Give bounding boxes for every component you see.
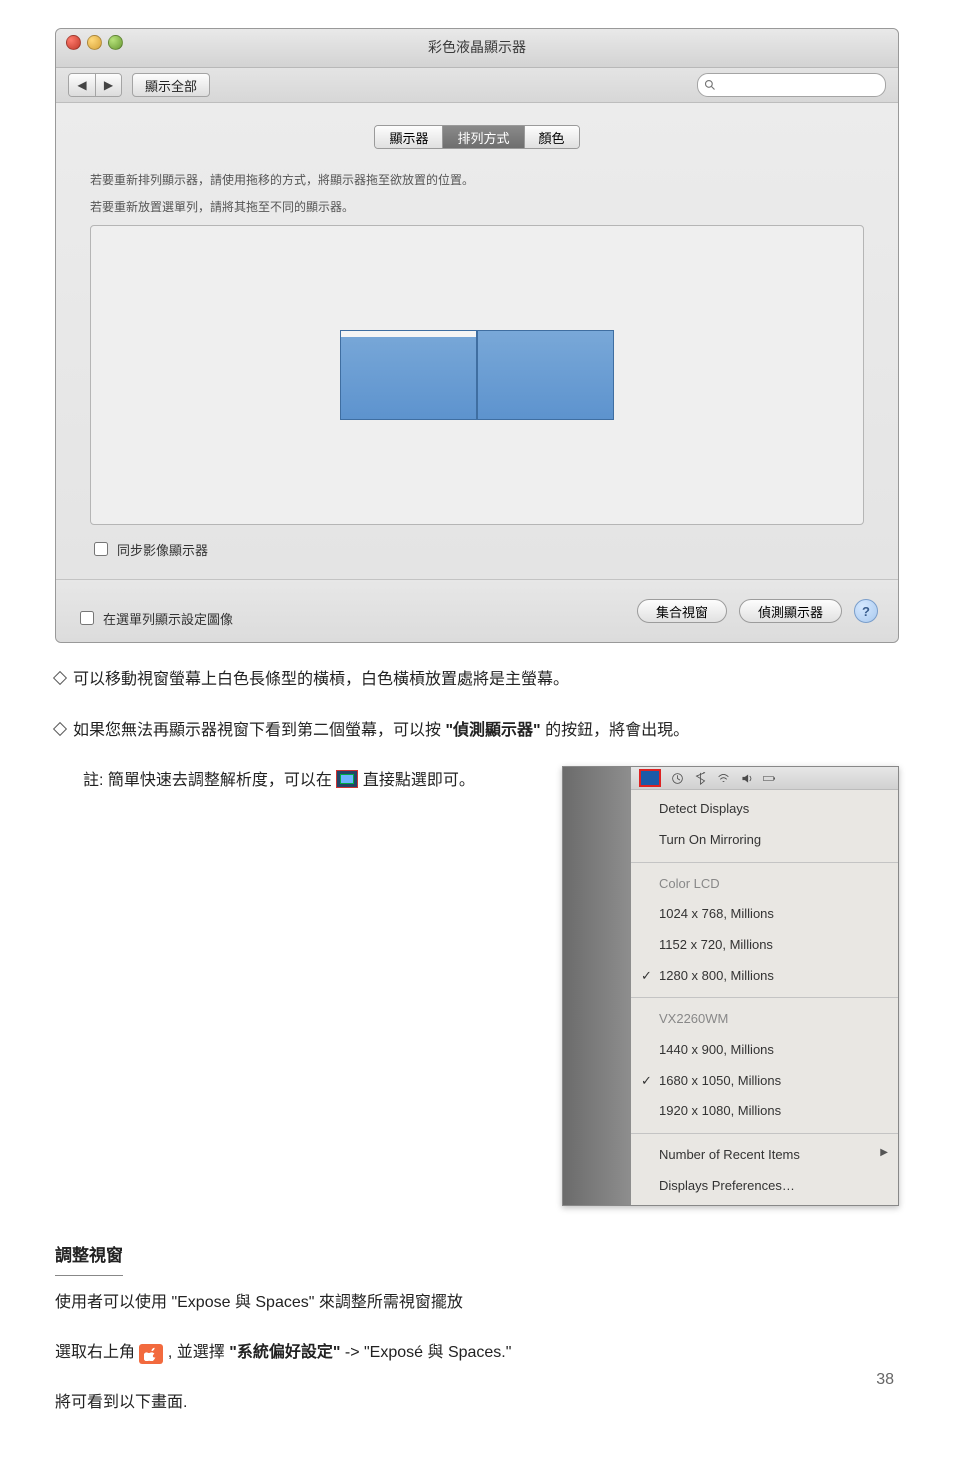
- menu-separator: [631, 997, 898, 998]
- diamond-bullet-icon: [53, 722, 67, 736]
- menubar-checkbox[interactable]: [80, 611, 94, 625]
- page-number: 38: [876, 1371, 894, 1389]
- menu-separator: [631, 1133, 898, 1134]
- menu-group-vx2260wm: VX2260WM: [631, 1004, 898, 1035]
- displays-menu-screenshot: Detect Displays Turn On Mirroring Color …: [562, 766, 899, 1206]
- note-text: 註: 簡單快速去調整解析度，可以在 直接點選即可。: [83, 766, 542, 796]
- search-icon: [704, 79, 716, 91]
- menu-displays-prefs[interactable]: Displays Preferences…: [631, 1171, 898, 1202]
- tab-bar: 顯示器 排列方式 顏色: [90, 125, 864, 149]
- bullet-1: 可以移動視窗螢幕上白色長條型的橫槓，白色橫槓放置處將是主螢幕。: [55, 665, 899, 695]
- menu-res-1280[interactable]: 1280 x 800, Millions: [631, 961, 898, 992]
- bottom-bar: 在選單列顯示設定圖像 集合視窗 偵測顯示器 ?: [56, 579, 898, 642]
- toolbar: ◀ ▶ 顯示全部: [56, 68, 898, 103]
- menu-res-1024[interactable]: 1024 x 768, Millions: [631, 899, 898, 930]
- menu-res-1920[interactable]: 1920 x 1080, Millions: [631, 1096, 898, 1127]
- menu-separator: [631, 862, 898, 863]
- bluetooth-icon: [694, 772, 707, 785]
- mirror-checkbox-label: 同步影像顯示器: [117, 540, 208, 559]
- search-field[interactable]: [697, 73, 886, 97]
- displays-menubar-icon: [336, 770, 358, 788]
- tab-arrangement[interactable]: 排列方式: [442, 126, 523, 148]
- menu-res-1440[interactable]: 1440 x 900, Millions: [631, 1035, 898, 1066]
- volume-icon: [740, 772, 753, 785]
- path-line: 選取右上角 , 並選擇 "系統偏好設定" -> "Exposé 與 Spaces…: [55, 1338, 899, 1368]
- help-button[interactable]: ?: [854, 599, 878, 623]
- titlebar: 彩色液晶顯示器: [56, 29, 898, 68]
- diamond-bullet-icon: [53, 671, 67, 685]
- mirror-checkbox[interactable]: [94, 542, 108, 556]
- menu-detect-displays[interactable]: Detect Displays: [631, 794, 898, 825]
- arrangement-area[interactable]: [90, 225, 864, 525]
- expose-line: 使用者可以使用 "Expose 與 Spaces" 來調整所需視窗擺放: [55, 1288, 899, 1318]
- mirror-checkbox-row[interactable]: 同步影像顯示器: [90, 539, 864, 559]
- nav-buttons: ◀ ▶: [68, 73, 122, 97]
- menu-res-1680[interactable]: 1680 x 1050, Millions: [631, 1066, 898, 1097]
- displays-pref-window: 彩色液晶顯示器 ◀ ▶ 顯示全部 顯示器 排列方式 顏色 若要重新排列: [55, 28, 899, 643]
- menu-res-1152[interactable]: 1152 x 720, Millions: [631, 930, 898, 961]
- forward-button[interactable]: ▶: [95, 74, 121, 96]
- menu-left-gutter: [563, 767, 631, 1205]
- primary-display-icon[interactable]: [340, 330, 477, 420]
- menu-group-colorlcd: Color LCD: [631, 869, 898, 900]
- search-input[interactable]: [720, 77, 879, 93]
- menubar-checkbox-label: 在選單列顯示設定圖像: [103, 609, 233, 628]
- show-all-button[interactable]: 顯示全部: [132, 73, 210, 97]
- displays-status-icon: [639, 769, 661, 787]
- wifi-icon: [717, 772, 730, 785]
- secondary-display-icon[interactable]: [477, 330, 614, 420]
- detect-displays-button[interactable]: 偵測顯示器: [739, 599, 842, 623]
- window-title: 彩色液晶顯示器: [56, 37, 898, 57]
- instructions-line-2: 若要重新放置選單列，請將其拖至不同的顯示器。: [90, 198, 864, 217]
- apple-menu-icon: [139, 1344, 163, 1364]
- gather-windows-button[interactable]: 集合視窗: [637, 599, 727, 623]
- tab-color[interactable]: 顏色: [524, 126, 579, 148]
- battery-icon: [763, 772, 776, 785]
- instructions-line-1: 若要重新排列顯示器，請使用拖移的方式，將顯示器拖至欲放置的位置。: [90, 171, 864, 190]
- menubar-status-area: [631, 767, 898, 790]
- path-after: 將可看到以下畫面.: [55, 1388, 899, 1418]
- menu-recent-items[interactable]: Number of Recent Items: [631, 1140, 898, 1171]
- time-machine-icon: [671, 772, 684, 785]
- menubar-checkbox-row[interactable]: 在選單列顯示設定圖像: [76, 608, 233, 628]
- back-button[interactable]: ◀: [69, 74, 95, 96]
- menu-turn-on-mirroring[interactable]: Turn On Mirroring: [631, 825, 898, 856]
- section-adjust-window: 調整視窗: [55, 1240, 123, 1275]
- bullet-2: 如果您無法再顯示器視窗下看到第二個螢幕，可以按 "偵測顯示器" 的按鈕，將會出現…: [55, 716, 899, 746]
- tab-display[interactable]: 顯示器: [375, 126, 442, 148]
